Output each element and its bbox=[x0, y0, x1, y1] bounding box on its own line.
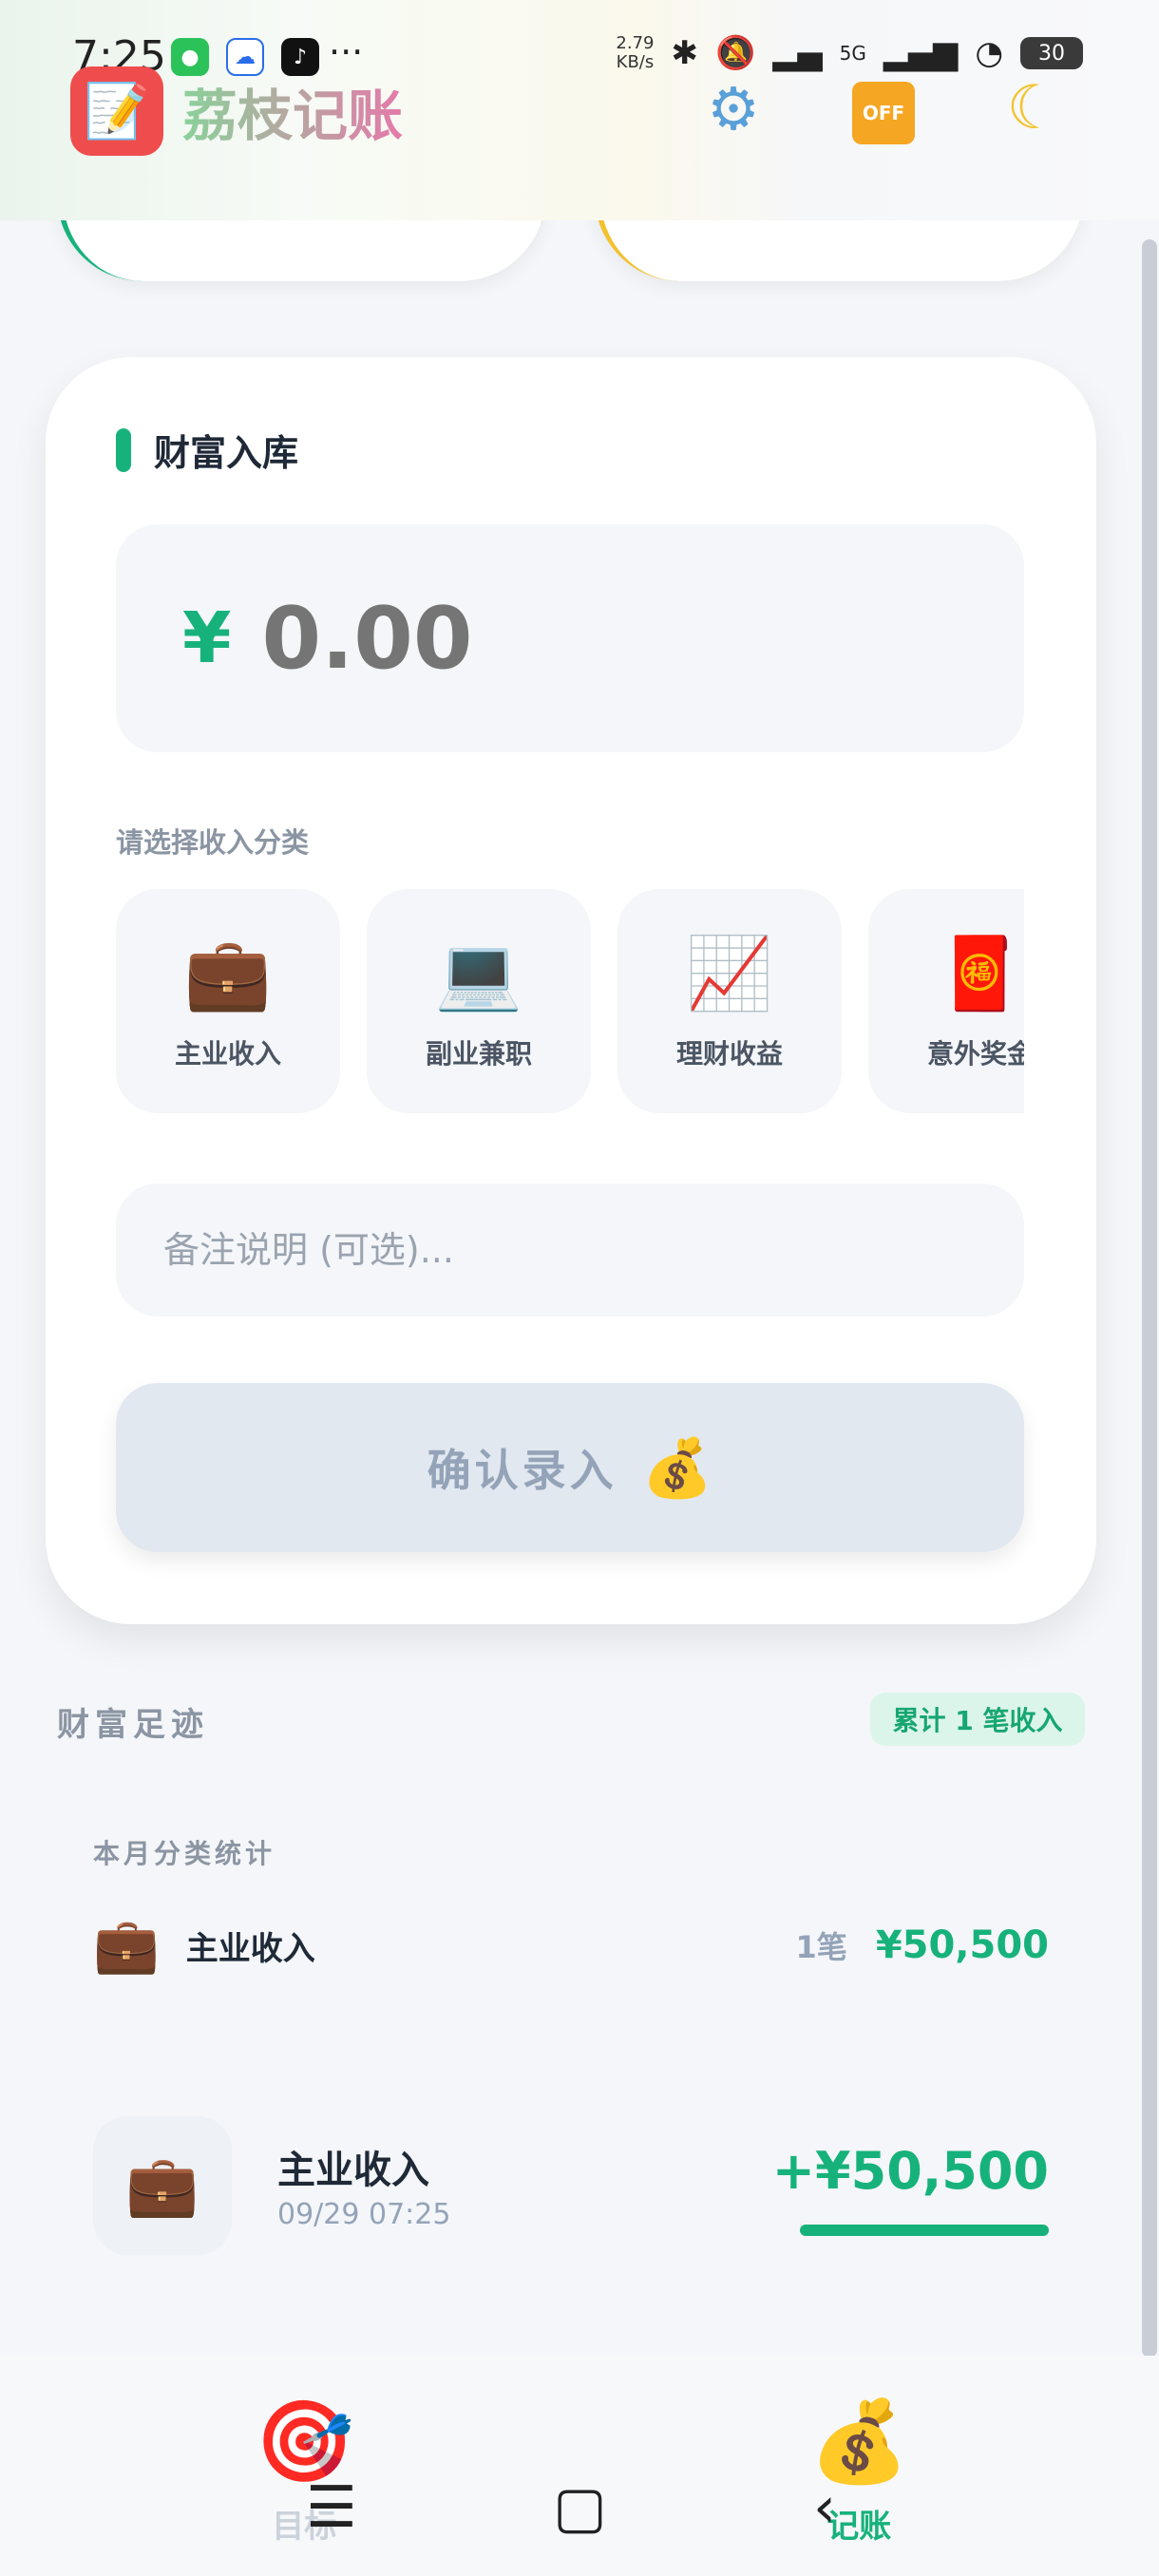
briefcase-icon: 💼 bbox=[93, 1915, 160, 1977]
amount-field[interactable]: ¥ bbox=[116, 524, 1024, 752]
confirm-label: 确认录入 bbox=[427, 1446, 618, 1495]
laptop-icon: 💻 bbox=[434, 933, 523, 1014]
title-accent-bar bbox=[116, 427, 131, 472]
notepad-icon: 📝 bbox=[70, 66, 163, 156]
screen-off-button[interactable]: OFF bbox=[844, 68, 923, 148]
app-screen: 7:25 ● ☁ ♪ ··· 2.79 KB/s ✱ 🔕 ▂▄ 5G ▂▄▆ ◔… bbox=[0, 0, 1159, 2576]
stat-category-name: 主业收入 bbox=[185, 1929, 315, 1968]
stat-count: 1笔 bbox=[795, 1929, 847, 1965]
scrollbar[interactable] bbox=[1140, 239, 1159, 2358]
stat-amount: ¥50,500 bbox=[875, 1923, 1049, 1967]
category-label: 主业收入 bbox=[174, 1038, 281, 1070]
record-item[interactable]: 💼 主业收入 09/29 07:25 +¥50,500 bbox=[93, 2116, 1049, 2259]
menu-icon[interactable]: ☰ bbox=[306, 2470, 357, 2546]
record-progress-bar bbox=[800, 2225, 1049, 2236]
briefcase-icon: 💼 bbox=[183, 933, 273, 1014]
category-bonus[interactable]: 🧧 意外奖金 bbox=[868, 889, 1024, 1113]
wifi-icon: ◔ bbox=[975, 34, 1003, 72]
status-indicators: 2.79 KB/s ✱ 🔕 ▂▄ 5G ▂▄▆ ◔ 30 bbox=[616, 34, 1083, 72]
dark-mode-button[interactable]: ☾ bbox=[994, 68, 1074, 148]
category-label: 副业兼职 bbox=[425, 1038, 532, 1070]
screen-off-icon: OFF bbox=[852, 81, 915, 144]
income-count-badge: 累计 1 笔收入 bbox=[870, 1693, 1085, 1746]
chart-up-icon: 📈 bbox=[685, 933, 774, 1014]
note-input[interactable] bbox=[116, 1184, 1024, 1316]
category-label: 意外奖金 bbox=[926, 1038, 1024, 1070]
category-investment[interactable]: 📈 理财收益 bbox=[618, 889, 842, 1113]
bluetooth-icon: ✱ bbox=[671, 34, 699, 72]
red-envelope-icon: 🧧 bbox=[936, 933, 1024, 1014]
income-entry-card: 财富入库 ¥ 请选择收入分类 💼 主业收入 💻 副业兼职 📈 理财收益 🧧 意外… bbox=[46, 357, 1096, 1624]
gear-icon: ⚙ bbox=[707, 73, 760, 143]
system-navigation: ☰ ▢ ‹ bbox=[0, 2470, 1159, 2546]
record-name: 主业收入 bbox=[277, 2149, 429, 2192]
section-title-text: 财富入库 bbox=[154, 432, 299, 474]
moon-icon: ☾ bbox=[1006, 73, 1061, 143]
briefcase-icon: 💼 bbox=[93, 2116, 232, 2255]
section-title: 财富入库 bbox=[116, 424, 298, 476]
footprint-title: 财富足迹 bbox=[57, 1706, 209, 1744]
category-label: 理财收益 bbox=[675, 1038, 783, 1070]
home-icon[interactable]: ▢ bbox=[553, 2470, 607, 2546]
app-title: 荔枝记账 bbox=[182, 71, 403, 151]
amount-input[interactable] bbox=[259, 587, 925, 690]
battery-icon: 30 bbox=[1020, 37, 1083, 69]
category-main-income[interactable]: 💼 主业收入 bbox=[116, 889, 340, 1113]
category-side-job[interactable]: 💻 副业兼职 bbox=[367, 889, 591, 1113]
brand: 📝 荔枝记账 bbox=[70, 66, 403, 156]
confirm-button[interactable]: 确认录入 💰 bbox=[116, 1383, 1024, 1552]
signal-icon: ▂▄▆ bbox=[883, 34, 959, 72]
back-icon[interactable]: ‹ bbox=[813, 2470, 836, 2546]
net-speed: 2.79 KB/s bbox=[616, 33, 655, 72]
currency-symbol: ¥ bbox=[182, 597, 232, 679]
scrollbar-thumb[interactable] bbox=[1142, 239, 1157, 2358]
settings-button[interactable]: ⚙ bbox=[694, 68, 773, 148]
signal-off-icon: ▂▄ bbox=[772, 34, 823, 72]
header-actions: ⚙ OFF ☾ bbox=[694, 68, 1074, 148]
money-bag-icon: 💰 bbox=[641, 1435, 713, 1500]
stat-row: 💼 主业收入 1笔 ¥50,500 bbox=[93, 1911, 1049, 1979]
category-list: 💼 主业收入 💻 副业兼职 📈 理财收益 🧧 意外奖金 bbox=[116, 889, 1024, 1113]
record-time: 09/29 07:25 bbox=[277, 2198, 451, 2231]
network-type: 5G bbox=[839, 42, 866, 65]
category-prompt: 请选择收入分类 bbox=[116, 826, 310, 859]
record-amount: +¥50,500 bbox=[771, 2141, 1049, 2201]
monthly-stats-title: 本月分类统计 bbox=[93, 1838, 276, 1869]
mute-bell-icon: 🔕 bbox=[715, 34, 756, 72]
